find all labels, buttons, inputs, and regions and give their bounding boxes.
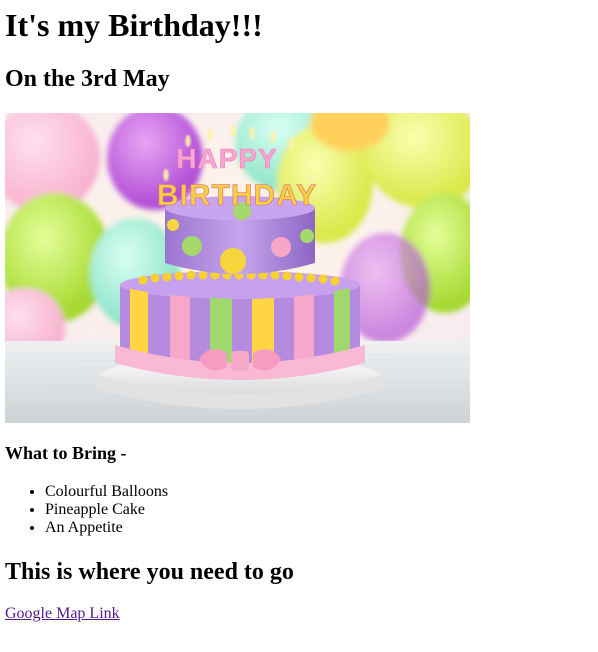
list-item: An Appetite: [45, 519, 168, 537]
page-subtitle: On the 3rd May: [5, 66, 170, 92]
list-item: Pineapple Cake: [45, 501, 168, 519]
bring-list: Colourful Balloons Pineapple Cake An App…: [5, 483, 168, 537]
topper-happy: HAPPY: [176, 143, 277, 174]
page-title: It's my Birthday!!!: [5, 7, 263, 43]
google-map-link[interactable]: Google Map Link: [5, 604, 120, 623]
directions-heading: This is where you need to go: [5, 559, 294, 585]
what-to-bring-heading: What to Bring -: [5, 443, 127, 463]
topper-birthday: BIRTHDAY: [157, 179, 317, 212]
list-item: Colourful Balloons: [45, 483, 168, 501]
birthday-cake-image: HAPPY BIRTHDAY: [5, 113, 470, 423]
